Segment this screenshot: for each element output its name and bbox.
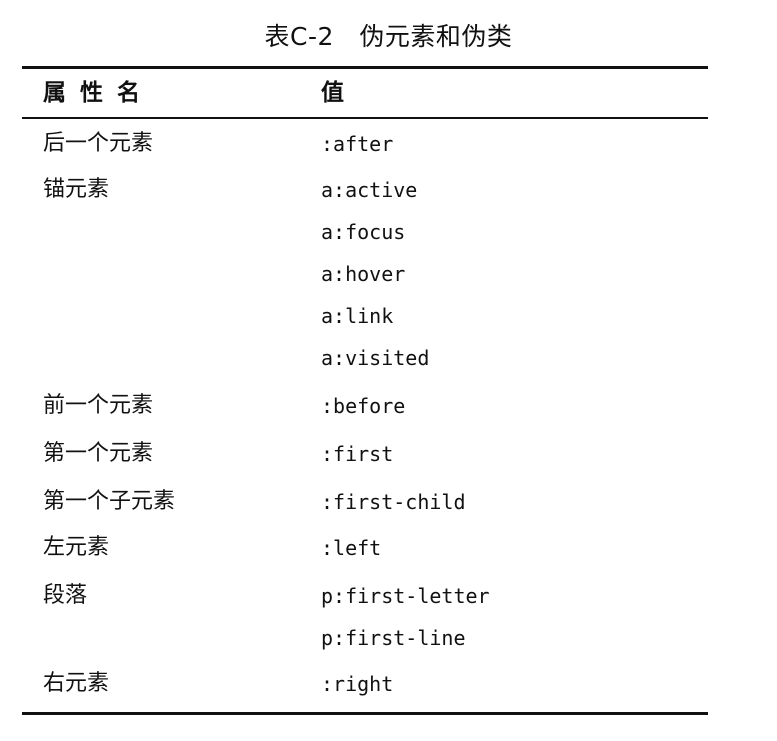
table-row: 右元素 :right — [0, 658, 777, 708]
table-row: 第一个元素 :first — [0, 428, 777, 476]
table-bottom-rule — [22, 712, 708, 715]
header-property-name: 属性名 — [43, 80, 154, 106]
table-body: 后一个元素 :after 锚元素 a:active a:focus a:hove… — [0, 118, 777, 708]
header-value: 值 — [321, 80, 344, 106]
property-value: :right — [321, 672, 394, 696]
property-name: 左元素 — [43, 535, 110, 560]
property-value: a:focus — [321, 220, 406, 244]
value-list: p:first-letter p:first-line — [321, 584, 490, 668]
property-name: 第一个元素 — [43, 441, 154, 466]
property-name: 锚元素 — [43, 177, 110, 202]
property-value: p:first-letter — [321, 584, 490, 608]
table-row: 后一个元素 :after — [0, 118, 777, 164]
property-value: a:active — [321, 178, 418, 202]
property-name: 后一个元素 — [43, 131, 154, 156]
property-name: 第一个子元素 — [43, 489, 176, 514]
table-row: 第一个子元素 :first-child — [0, 476, 777, 522]
table-row: 前一个元素 :before — [0, 380, 777, 428]
property-name: 段落 — [43, 583, 88, 608]
property-value: a:hover — [321, 262, 406, 286]
table-header-row: 属性名 值 — [0, 69, 777, 117]
table-row: 段落 p:first-letter p:first-line — [0, 570, 777, 658]
property-name: 前一个元素 — [43, 393, 154, 418]
property-name: 右元素 — [43, 671, 110, 696]
table-row: 锚元素 a:active a:focus a:hover a:link a:vi… — [0, 164, 777, 380]
table-title: 表C-2 伪元素和伪类 — [264, 22, 513, 51]
property-value: a:link — [321, 304, 394, 328]
table-row: 左元素 :left — [0, 522, 777, 570]
value-list: :right — [321, 672, 393, 714]
value-list: a:active a:focus a:hover a:link a:visite… — [321, 178, 429, 388]
